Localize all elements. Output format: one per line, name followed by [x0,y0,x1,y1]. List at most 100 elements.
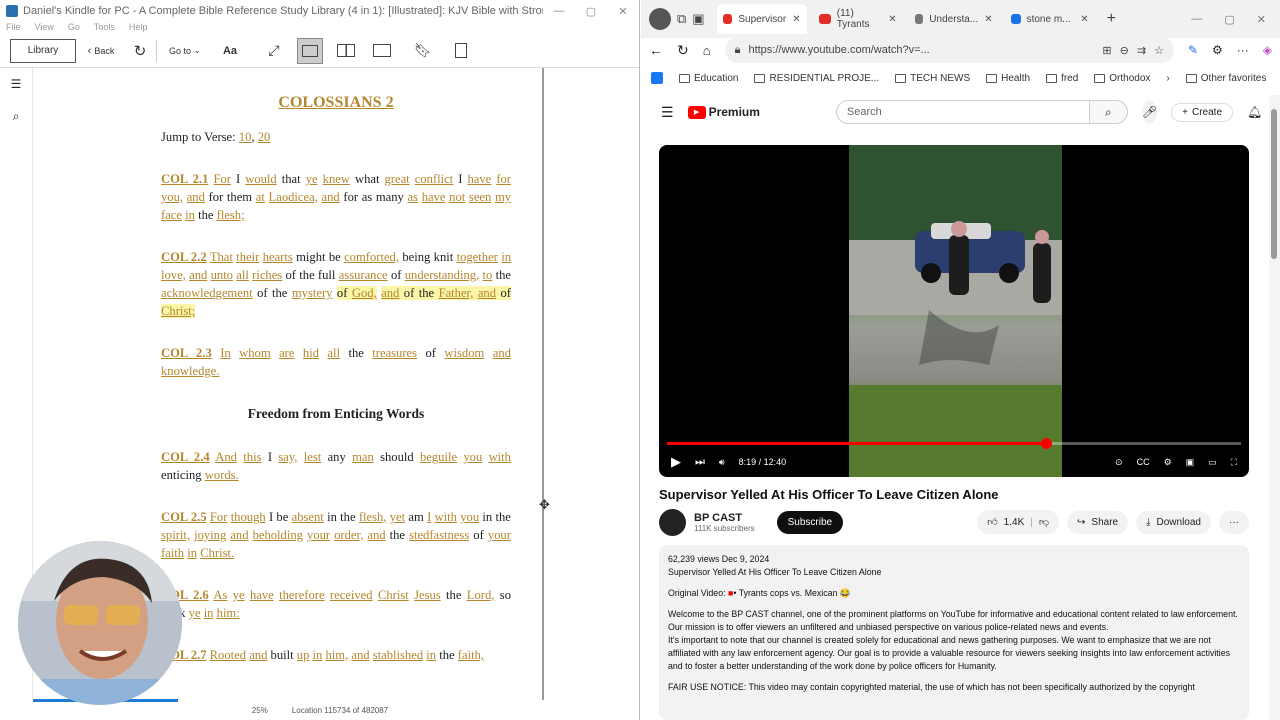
verse-ref[interactable]: COL 2.5 [161,510,207,524]
thumbs-up-icon[interactable]: 👍︎ [987,516,997,528]
word-link[interactable]: and [189,268,207,282]
close-tab-icon[interactable]: ✕ [1080,14,1088,25]
close-icon[interactable]: ✕ [1257,13,1266,26]
tab-stone[interactable]: stone m... ✕ [1005,4,1095,34]
word-link[interactable]: ye [306,172,318,186]
fav-orthodox[interactable]: Orthodox [1094,73,1150,84]
url-field[interactable]: 🔒︎ https://www.youtube.com/watch?v=... ⊞… [724,37,1174,63]
copilot-icon[interactable]: ◈ [1263,43,1272,57]
verse-ref[interactable]: COL 2.1 [161,172,208,186]
menu-tools[interactable]: Tools [94,22,115,34]
tab-tyrants[interactable]: (11) Tyrants ✕ [813,4,903,34]
word-link[interactable]: and [493,346,511,360]
word-link[interactable]: Lord, [467,588,495,602]
share-button[interactable]: ↪ Share [1067,510,1129,534]
word-link[interactable]: have [422,190,446,204]
word-link[interactable]: For [213,172,231,186]
fullscreen-icon[interactable]: ⤢ [263,38,285,64]
word-link[interactable]: lest [304,450,322,464]
word-link[interactable]: yet [390,510,405,524]
search-input[interactable]: Search [835,100,1090,124]
word-link[interactable]: in [501,250,511,264]
word-link[interactable]: stablished [373,648,423,662]
word-link[interactable]: faith, [458,648,484,662]
jump-link-10[interactable]: 10 [239,130,252,144]
word-link[interactable]: you, [161,190,183,204]
new-tab-icon[interactable]: + [1107,10,1116,28]
menu-help[interactable]: Help [129,22,148,34]
word-link[interactable]: though [231,510,266,524]
word-link[interactable]: hearts [263,250,293,264]
thumbs-down-icon[interactable]: 👎︎ [1039,516,1049,528]
word-link[interactable]: great [385,172,410,186]
tab-supervisor[interactable]: Supervisor ✕ [716,4,807,34]
word-link[interactable]: with [489,450,511,464]
word-link[interactable]: words. [205,468,239,482]
maximize-icon[interactable]: ▢ [575,5,607,18]
word-link[interactable]: order, [334,528,363,542]
theater-mode-icon[interactable]: ▭ [1208,457,1217,468]
word-link[interactable]: you [460,510,479,524]
word-link[interactable]: joying [194,528,226,542]
hamburger-menu-icon[interactable]: ☰ [661,104,674,121]
menu-view[interactable]: View [35,22,54,34]
word-link[interactable]: and [187,190,205,204]
word-link[interactable]: and [381,286,399,300]
goto-button[interactable]: Go to ⌄ [165,38,205,64]
word-link[interactable]: all [236,268,249,282]
refresh-icon[interactable]: ↻ [677,42,689,59]
video-progress-bar[interactable] [667,438,1241,449]
word-link[interactable]: your [307,528,330,542]
word-link[interactable]: at [256,190,265,204]
read-aloud-icon[interactable]: ⇉ [1137,44,1146,57]
fav-education[interactable]: Education [679,73,738,84]
word-link[interactable]: God, [352,286,377,300]
favorite-star-icon[interactable]: ☆ [1154,44,1164,57]
word-link[interactable]: Father, [439,286,474,300]
word-link[interactable]: I [427,510,431,524]
original-video-link[interactable]: • Tyrants cops vs. Mexican 😂 [733,588,851,598]
autoplay-toggle-icon[interactable]: ⊙ [1115,457,1123,468]
word-link[interactable]: And [215,450,237,464]
notebook-icon[interactable] [453,38,469,64]
subscribe-button[interactable]: Subscribe [776,510,844,534]
search-icon[interactable]: ⌕ [0,100,32,132]
zoom-icon[interactable]: ⊖ [1120,44,1129,57]
maximize-icon[interactable]: ▢ [1224,13,1234,26]
word-link[interactable]: treasures [372,346,417,360]
facebook-icon[interactable] [651,72,663,84]
menu-go[interactable]: Go [68,22,80,34]
workspaces-icon[interactable]: ⧉ [677,11,686,27]
word-link[interactable]: ye [189,606,201,620]
video-description[interactable]: 62,239 views Dec 9, 2024 Supervisor Yell… [659,545,1249,720]
word-link[interactable]: spirit, [161,528,190,542]
word-link[interactable]: not [449,190,465,204]
sync-icon[interactable]: ↻ [132,38,148,64]
word-link[interactable]: your [488,528,511,542]
word-link[interactable]: and [351,648,369,662]
word-link[interactable]: and [322,190,340,204]
microphone-icon[interactable]: 🎤︎ [1141,100,1158,124]
profile-avatar[interactable] [649,8,671,30]
word-link[interactable]: hid [303,346,319,360]
word-link[interactable]: absent [292,510,324,524]
word-link[interactable]: him: [217,606,240,620]
channel-avatar[interactable] [659,508,686,536]
word-link[interactable]: In [220,346,231,360]
word-link[interactable]: in [204,606,214,620]
fav-tech-news[interactable]: TECH NEWS [895,73,970,84]
word-link[interactable]: knowledge. [161,364,219,378]
word-link[interactable]: up [297,648,310,662]
word-link[interactable]: unto [211,268,233,282]
more-actions-button[interactable]: ··· [1219,510,1249,534]
two-column-icon[interactable] [335,38,357,64]
word-link[interactable]: received [330,588,373,602]
word-link[interactable]: are [279,346,294,360]
page-flip-icon[interactable] [371,38,393,64]
word-link[interactable]: man [352,450,374,464]
word-link[interactable]: with [435,510,457,524]
pen-icon[interactable]: ✎ [1188,43,1198,57]
channel-name[interactable]: BP CAST [694,512,755,524]
word-link[interactable]: comforted, [344,250,399,264]
word-link[interactable]: this [243,450,261,464]
